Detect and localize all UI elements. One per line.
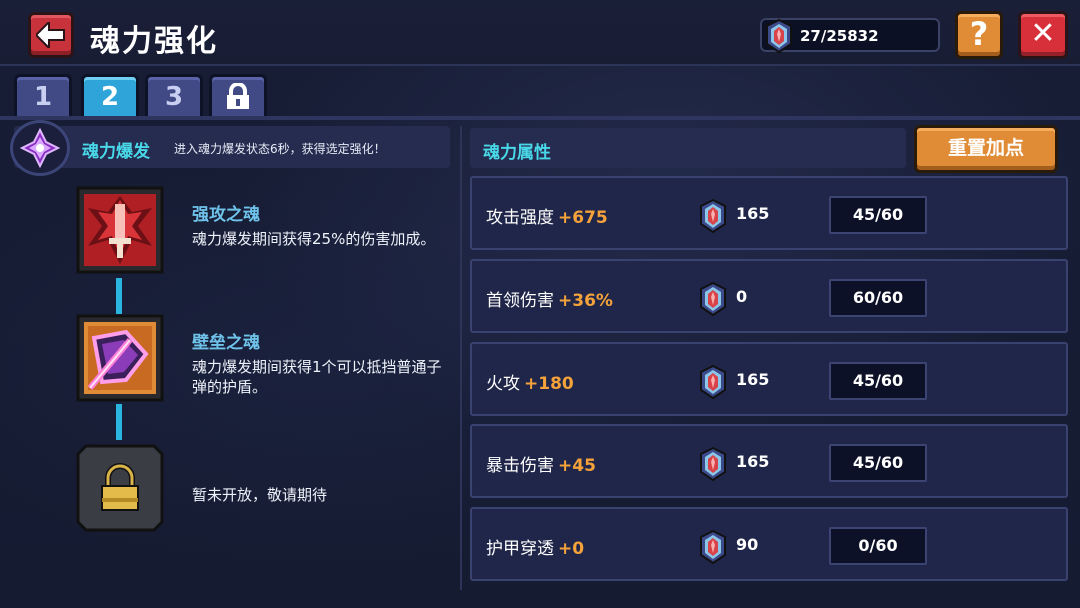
skill-connector bbox=[116, 278, 122, 314]
attributes-title: 魂力属性 bbox=[483, 143, 551, 163]
tab-locked[interactable] bbox=[209, 74, 267, 118]
attribute-row[interactable]: 攻击强度 +675 165 45/60 bbox=[470, 176, 1068, 250]
attribute-cost: 165 bbox=[736, 204, 770, 223]
attribute-cost: 0 bbox=[736, 287, 748, 306]
tab-3[interactable]: 3 bbox=[145, 74, 203, 118]
tab-1[interactable]: 1 bbox=[14, 74, 72, 118]
close-button[interactable]: ✕ bbox=[1018, 11, 1068, 59]
attribute-bonus: +45 bbox=[558, 456, 596, 476]
attribute-name: 攻击强度 bbox=[486, 208, 554, 228]
attribute-level[interactable]: 45/60 bbox=[829, 196, 927, 234]
soul-gem-icon bbox=[698, 446, 728, 486]
attribute-label: 暴击伤害 +45 bbox=[486, 451, 596, 476]
skill-description: 魂力爆发期间获得25%的伤害加成。 bbox=[192, 230, 436, 248]
attribute-cost: 165 bbox=[736, 370, 770, 389]
currency-value: 27/25832 bbox=[800, 27, 879, 45]
locked-slot-text: 暂未开放，敬请期待 bbox=[192, 486, 328, 504]
skill-connector bbox=[116, 404, 122, 440]
panel-divider bbox=[460, 126, 462, 590]
attribute-name: 护甲穿透 bbox=[486, 539, 554, 559]
soul-gem-icon bbox=[766, 18, 792, 54]
soul-gem-icon bbox=[698, 364, 728, 404]
soul-burst-icon bbox=[10, 120, 70, 176]
attribute-level[interactable]: 45/60 bbox=[829, 362, 927, 400]
attribute-level[interactable]: 0/60 bbox=[829, 527, 927, 565]
reset-points-button[interactable]: 重置加点 bbox=[914, 125, 1058, 173]
skill-name: 壁垒之魂 bbox=[192, 333, 260, 353]
soul-gem-icon bbox=[698, 198, 728, 238]
skill-slot-power-soul[interactable] bbox=[72, 182, 168, 278]
back-arrow-icon bbox=[36, 22, 65, 48]
skill-name: 强攻之魂 bbox=[192, 205, 260, 225]
attribute-name: 暴击伤害 bbox=[486, 456, 554, 476]
soul-gem-icon bbox=[698, 529, 728, 569]
skill-slot-bulwark-soul[interactable] bbox=[72, 310, 168, 406]
attribute-cost: 165 bbox=[736, 452, 770, 471]
page-title: 魂力强化 bbox=[90, 24, 218, 59]
tab-2[interactable]: 2 bbox=[81, 74, 139, 118]
attribute-name: 火攻 bbox=[486, 374, 520, 394]
help-button[interactable]: ? bbox=[955, 11, 1003, 59]
attribute-label: 护甲穿透 +0 bbox=[486, 534, 584, 559]
soul-currency-counter: 27/25832 bbox=[760, 18, 940, 54]
shield-soul-icon bbox=[76, 314, 164, 402]
skill-slot-locked[interactable] bbox=[72, 440, 168, 536]
sword-soul-icon bbox=[76, 186, 164, 274]
attribute-bonus: +180 bbox=[524, 374, 574, 394]
attribute-label: 攻击强度 +675 bbox=[486, 203, 608, 228]
attribute-row[interactable]: 护甲穿透 +0 90 0/60 bbox=[470, 507, 1068, 581]
attribute-row[interactable]: 首领伤害 +36% 0 60/60 bbox=[470, 259, 1068, 333]
soul-gem-icon bbox=[698, 281, 728, 321]
attribute-row[interactable]: 火攻 +180 165 45/60 bbox=[470, 342, 1068, 416]
attribute-label: 首领伤害 +36% bbox=[486, 286, 613, 311]
attribute-bonus: +0 bbox=[558, 539, 585, 559]
attribute-cost: 90 bbox=[736, 535, 759, 554]
attribute-level[interactable]: 60/60 bbox=[829, 279, 927, 317]
attribute-bonus: +675 bbox=[558, 208, 608, 228]
attribute-level[interactable]: 45/60 bbox=[829, 444, 927, 482]
attribute-label: 火攻 +180 bbox=[486, 369, 574, 394]
burst-description: 进入魂力爆发状态6秒，获得选定强化！ bbox=[174, 142, 386, 156]
lock-tab-icon bbox=[227, 82, 249, 109]
back-button[interactable] bbox=[28, 12, 74, 58]
attribute-name: 首领伤害 bbox=[486, 291, 554, 311]
attribute-row[interactable]: 暴击伤害 +45 165 45/60 bbox=[470, 424, 1068, 498]
burst-name: 魂力爆发 bbox=[82, 142, 150, 162]
skill-description: 魂力爆发期间获得1个可以抵挡普通子弹的护盾。 bbox=[192, 358, 442, 396]
tab-underline bbox=[0, 116, 1080, 120]
attribute-bonus: +36% bbox=[558, 291, 613, 311]
lock-icon bbox=[76, 444, 164, 532]
